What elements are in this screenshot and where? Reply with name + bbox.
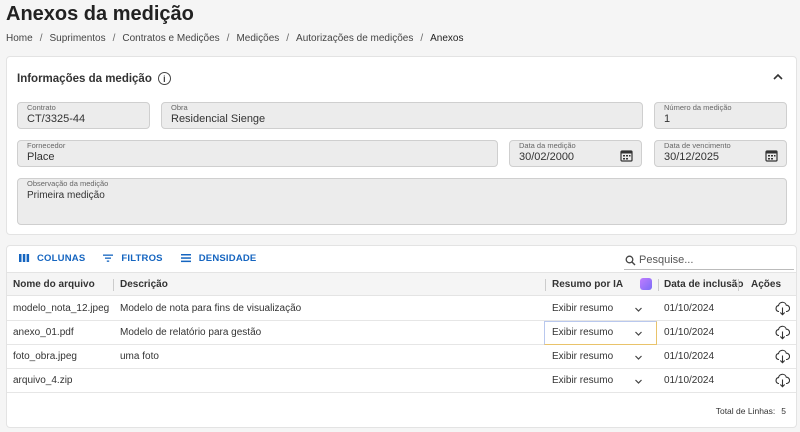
info-card: Informações da medição i Contrato CT/332…: [6, 56, 797, 235]
column-separator[interactable]: [658, 279, 659, 291]
obra-field[interactable]: Obra Residencial Sienge: [161, 102, 643, 129]
search-icon: [625, 255, 636, 265]
cell-description: uma foto: [120, 351, 159, 362]
numero-medicao-field[interactable]: Número da medição 1: [654, 102, 787, 129]
data-medicao-field[interactable]: Data da medição 30/02/2000: [509, 140, 642, 167]
table-footer: Total de Linhas: 5: [716, 406, 786, 416]
breadcrumb-contratos[interactable]: Contratos e Medições: [122, 33, 219, 44]
cell-file: foto_obra.jpeg: [13, 351, 77, 362]
data-vencimento-field[interactable]: Data de vencimento 30/12/2025: [654, 140, 787, 167]
header-file[interactable]: Nome do arquivo: [13, 279, 95, 290]
cell-description: Modelo de nota para fins de visualização: [120, 303, 302, 314]
obra-value: Residencial Sienge: [171, 113, 266, 125]
column-separator[interactable]: [113, 279, 114, 291]
columns-label: COLUNAS: [37, 252, 86, 264]
summary-select[interactable]: Exibir resumo: [552, 375, 613, 386]
cloud-download-icon[interactable]: [775, 349, 790, 364]
info-card-title: Informações da medição: [17, 72, 152, 85]
info-card-header: Informações da medição i: [17, 72, 171, 85]
breadcrumb-autorizacoes[interactable]: Autorizações de medições: [296, 33, 413, 44]
total-rows-label: Total de Linhas:: [715, 406, 776, 416]
breadcrumb-medicoes[interactable]: Medições: [236, 33, 279, 44]
density-button[interactable]: DENSIDADE: [180, 252, 257, 264]
total-rows-value: 5: [781, 406, 786, 416]
columns-button[interactable]: COLUNAS: [18, 252, 85, 264]
filters-label: FILTROS: [121, 252, 163, 264]
cell-file: anexo_01.pdf: [13, 327, 74, 338]
chevron-down-icon[interactable]: [634, 377, 643, 386]
table-row[interactable]: foto_obra.jpeg uma foto Exibir resumo 01…: [7, 345, 796, 369]
breadcrumb-current: Anexos: [430, 33, 464, 44]
numero-medicao-label: Número da medição: [664, 103, 732, 112]
summary-select[interactable]: Exibir resumo: [552, 351, 613, 362]
data-vencimento-value: 30/12/2025: [664, 151, 720, 163]
table-header: Nome do arquivo Descrição Resumo por IA …: [7, 272, 796, 296]
observacao-field[interactable]: Observação da medição Primeira medição: [17, 178, 787, 225]
breadcrumb-suprimentos[interactable]: Suprimentos: [49, 33, 105, 44]
header-actions: Ações: [751, 279, 782, 290]
numero-medicao-value: 1: [664, 113, 671, 125]
density-label: DENSIDADE: [198, 252, 257, 264]
observacao-value: Primeira medição: [27, 190, 105, 201]
breadcrumb: Home / Suprimentos / Contratos e Medições /…: [6, 33, 464, 44]
column-separator[interactable]: [545, 279, 546, 291]
table-row[interactable]: anexo_01.pdf Modelo de relatório para ge…: [7, 321, 796, 345]
chevron-up-icon[interactable]: [772, 71, 784, 83]
header-description[interactable]: Descrição: [120, 279, 168, 290]
cloud-download-icon[interactable]: [775, 301, 790, 316]
cell-description: Modelo de relatório para gestão: [120, 327, 262, 338]
header-date[interactable]: Data de inclusão: [664, 279, 743, 290]
fornecedor-value: Place: [27, 151, 55, 163]
columns-icon: [19, 254, 30, 262]
contrato-label: Contrato: [27, 103, 56, 112]
data-medicao-label: Data da medição: [519, 141, 576, 150]
filter-icon: [103, 254, 114, 262]
cloud-download-icon[interactable]: [775, 373, 790, 388]
chevron-down-icon[interactable]: [634, 305, 643, 314]
table-row[interactable]: modelo_nota_12.jpeg Modelo de nota para …: [7, 297, 796, 321]
calendar-icon[interactable]: [620, 149, 633, 162]
observacao-label: Observação da medição: [27, 179, 109, 188]
contrato-value: CT/3325-44: [27, 113, 86, 125]
page-title: Anexos da medição: [6, 3, 194, 25]
attachments-table: COLUNAS FILTROS DENSIDADE Pesquise... No…: [6, 245, 797, 428]
fornecedor-field[interactable]: Fornecedor Place: [17, 140, 498, 167]
contrato-field[interactable]: Contrato CT/3325-44: [17, 102, 150, 129]
info-icon[interactable]: i: [157, 72, 171, 85]
chevron-down-icon[interactable]: [634, 353, 643, 362]
table-row[interactable]: arquivo_4.zip Exibir resumo 01/10/2024: [7, 369, 796, 393]
search-placeholder: Pesquise...: [639, 254, 694, 266]
calendar-icon[interactable]: [765, 149, 778, 162]
cloud-download-icon[interactable]: [775, 325, 790, 340]
header-summary[interactable]: Resumo por IA: [552, 279, 623, 290]
search-input[interactable]: Pesquise...: [625, 254, 693, 266]
cell-date: 01/10/2024: [664, 351, 715, 362]
obra-label: Obra: [171, 103, 188, 112]
cell-date: 01/10/2024: [664, 303, 715, 314]
filters-button[interactable]: FILTROS: [102, 252, 163, 264]
ai-sparkle-icon: [640, 278, 652, 290]
breadcrumb-home[interactable]: Home: [6, 33, 33, 44]
cell-date: 01/10/2024: [664, 375, 715, 386]
cell-file: arquivo_4.zip: [13, 375, 73, 386]
chevron-down-icon[interactable]: [634, 329, 643, 338]
cell-file: modelo_nota_12.jpeg: [13, 303, 110, 314]
fornecedor-label: Fornecedor: [27, 141, 66, 150]
data-medicao-value: 30/02/2000: [519, 151, 575, 163]
column-separator[interactable]: [738, 279, 739, 291]
density-icon: [180, 254, 191, 263]
data-vencimento-label: Data de vencimento: [664, 141, 731, 150]
cell-date: 01/10/2024: [664, 327, 715, 338]
summary-select[interactable]: Exibir resumo: [552, 327, 613, 338]
search-underline: [624, 269, 794, 270]
summary-select[interactable]: Exibir resumo: [552, 303, 613, 314]
